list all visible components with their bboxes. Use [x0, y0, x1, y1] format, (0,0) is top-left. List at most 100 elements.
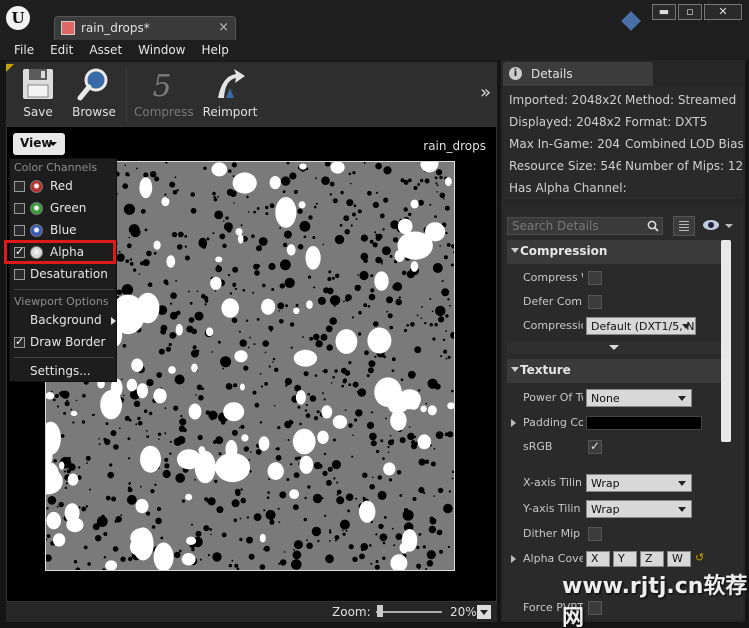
reimport-label: Reimport	[202, 105, 258, 119]
info-combined-lod: Combined LOD Bias	[625, 137, 743, 151]
blue-label: Blue	[50, 223, 77, 237]
expand-arrow-icon[interactable]	[511, 419, 516, 427]
texture-asset-icon	[61, 21, 75, 35]
eye-icon	[703, 220, 719, 230]
info-format: Format: DXT5	[625, 115, 708, 129]
green-label: Green	[50, 201, 87, 215]
advanced-expand-button[interactable]	[507, 342, 721, 354]
browse-button[interactable]: Browse	[66, 66, 122, 124]
x-tiling-select[interactable]: Wrap	[586, 474, 692, 492]
toolbar-overflow-icon[interactable]: »	[480, 82, 491, 103]
property-matrix-button[interactable]	[673, 216, 695, 236]
red-checkbox[interactable]	[14, 181, 25, 192]
compression-section-header[interactable]: Compression	[507, 240, 721, 264]
compress-label: Compress	[134, 105, 194, 119]
magnifier-icon	[77, 68, 108, 101]
compress-button[interactable]: 5 Compress	[134, 66, 194, 124]
close-button[interactable]: ✕	[704, 4, 742, 20]
menu-item-blue[interactable]: Blue	[12, 221, 116, 241]
alpha-coverage-channels: X Y Z W ↺	[586, 551, 704, 567]
menu-item-desaturation[interactable]: Desaturation	[12, 265, 116, 285]
details-tab-label: Details	[531, 67, 573, 81]
title-bar: U rain_drops* × ▬ ▫ ✕	[0, 0, 749, 40]
menu-item-red[interactable]: Red	[12, 177, 116, 197]
draw-border-checkbox[interactable]	[14, 335, 25, 348]
prop-label: Padding Co	[523, 416, 583, 429]
menu-asset[interactable]: Asset	[81, 40, 130, 60]
menu-item-green[interactable]: Green	[12, 199, 116, 219]
info-has-alpha: Has Alpha Channel:	[509, 181, 627, 195]
reset-icon[interactable]: ↺	[695, 551, 704, 567]
background-label: Background	[30, 313, 102, 327]
menu-item-settings[interactable]: Settings...	[12, 362, 116, 382]
padding-color-swatch[interactable]	[586, 416, 702, 430]
tab-details[interactable]: i Details	[503, 62, 653, 86]
viewport-options-heading: Viewport Options	[14, 295, 109, 308]
prop-compress-without-alpha: Compress W	[507, 266, 721, 290]
prop-power-of-two: Power Of Tw None	[507, 386, 721, 410]
compress-checkbox[interactable]	[588, 271, 602, 285]
info-resource-size: Resource Size: 5461	[509, 159, 621, 173]
defer-checkbox[interactable]	[588, 295, 602, 309]
unreal-logo-icon[interactable]: U	[6, 6, 30, 30]
menu-help[interactable]: Help	[193, 40, 236, 60]
expand-arrow-icon[interactable]	[511, 555, 516, 563]
save-button[interactable]: Save	[10, 66, 66, 124]
prop-padding-color: Padding Co	[507, 411, 721, 435]
maximize-button[interactable]: ▫	[678, 4, 702, 20]
texture-title: Texture	[520, 363, 571, 377]
desaturation-label: Desaturation	[30, 267, 108, 281]
green-checkbox[interactable]	[14, 203, 25, 214]
prop-label: Dither Mip M	[523, 527, 583, 540]
view-options-button[interactable]	[701, 216, 739, 236]
prop-label: Power Of Tw	[523, 391, 583, 404]
power-of-two-select[interactable]: None	[586, 389, 692, 407]
toolbar: Save Browse 5 Compress Reimport »	[6, 60, 497, 126]
y-tiling-select[interactable]: Wrap	[586, 500, 692, 518]
menu-edit[interactable]: Edit	[42, 40, 81, 60]
document-tab[interactable]: rain_drops* ×	[54, 16, 236, 40]
menu-file[interactable]: File	[0, 40, 42, 60]
prop-label: X-axis Tilin	[523, 476, 583, 489]
channel-x-button[interactable]: X	[586, 551, 610, 567]
menu-divider	[14, 289, 114, 290]
search-input[interactable]	[508, 218, 644, 234]
zoom-slider-track[interactable]	[376, 611, 442, 613]
red-label: Red	[50, 179, 73, 193]
prop-srgb: sRGB	[507, 435, 721, 459]
search-details-box[interactable]	[507, 217, 663, 235]
watermark: www.rjtj.cn软荐网	[562, 574, 748, 628]
save-label: Save	[23, 105, 53, 119]
srgb-checkbox[interactable]	[588, 439, 602, 454]
marketplace-icon[interactable]	[621, 11, 641, 31]
channel-w-button[interactable]: W	[667, 551, 691, 567]
info-max-in-game: Max In-Game: 2048	[509, 137, 621, 151]
menu-item-background[interactable]: Background	[12, 311, 116, 331]
channel-z-button[interactable]: Z	[640, 551, 664, 567]
zoom-slider-thumb[interactable]	[376, 605, 383, 617]
svg-text:5: 5	[152, 69, 171, 102]
toolbar-divider	[126, 68, 127, 122]
desaturation-checkbox[interactable]	[14, 269, 25, 280]
menu-window[interactable]: Window	[130, 40, 193, 60]
compression-settings-select[interactable]: Default (DXT1/5, N	[586, 317, 696, 335]
tab-close-icon[interactable]: ×	[218, 20, 229, 35]
blue-checkbox[interactable]	[14, 225, 25, 236]
menu-item-draw-border[interactable]: Draw Border	[12, 333, 116, 353]
reimport-button[interactable]: Reimport	[202, 66, 258, 124]
view-dropdown-button[interactable]: View	[13, 133, 65, 155]
prop-compression-settings: Compressio Default (DXT1/5, N	[507, 314, 721, 338]
details-scrollbar[interactable]	[721, 240, 731, 442]
zoom-label: Zoom:	[332, 605, 371, 619]
minimize-button[interactable]: ▬	[652, 4, 676, 20]
collapse-arrow-icon	[511, 367, 519, 372]
prop-y-axis-tiling: Y-axis Tilin Wrap	[507, 497, 721, 521]
dither-checkbox[interactable]	[588, 527, 602, 541]
texture-section-header[interactable]: Texture	[507, 359, 721, 383]
blue-channel-icon	[30, 224, 43, 237]
view-menu: Color Channels Red Green Blue Alpha Desa…	[9, 158, 117, 382]
draw-border-label: Draw Border	[30, 335, 106, 349]
channel-y-button[interactable]: Y	[613, 551, 637, 567]
prop-label: Y-axis Tilin	[523, 502, 581, 515]
zoom-dropdown-button[interactable]	[477, 605, 491, 619]
